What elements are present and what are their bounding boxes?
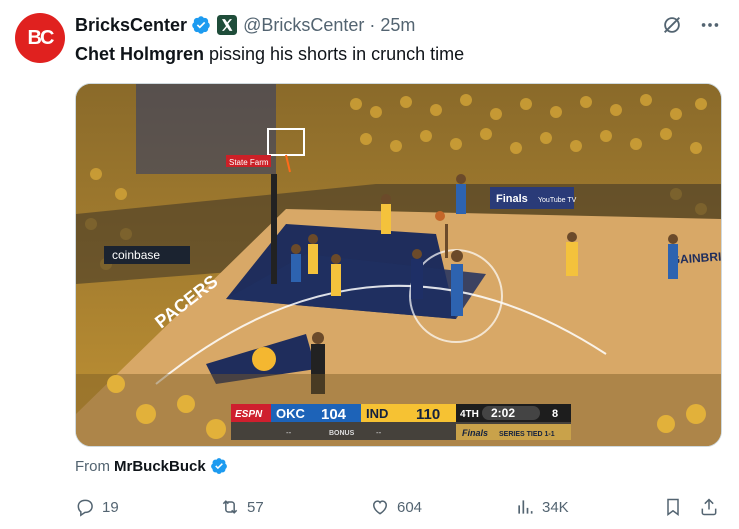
basketball-game-frame: PACERS GAINBRIDGE FIELDHOUSE coinbase St… — [76, 84, 721, 446]
game-clock: 2:02 — [491, 406, 515, 420]
share-button[interactable] — [699, 495, 719, 519]
avatar-logo-text: BC — [27, 26, 55, 49]
bonus-label: BONUS — [329, 430, 355, 437]
avatar[interactable]: BC — [15, 13, 65, 63]
tweet-top-actions — [661, 14, 721, 36]
coinbase-text: coinbase — [112, 248, 160, 262]
finals-label: Finals — [462, 428, 488, 438]
repost-count: 57 — [247, 498, 264, 516]
shot-clock: 8 — [552, 408, 558, 420]
tweet-actions: 19 57 604 34K — [75, 495, 725, 519]
tweet-text: Chet Holmgren pissing his shorts in crun… — [75, 44, 464, 65]
heart-icon — [372, 500, 388, 515]
statefarm-text: State Farm — [229, 158, 269, 167]
share-icon — [701, 498, 717, 516]
basketball — [435, 211, 445, 221]
youtube-text: YouTube TV — [538, 197, 577, 204]
more-options-icon[interactable] — [699, 14, 721, 36]
tweet-video[interactable]: PACERS GAINBRIDGE FIELDHOUSE coinbase St… — [75, 83, 722, 447]
series-status: SERIES TIED 1-1 — [499, 431, 555, 438]
reply-count: 19 — [102, 498, 119, 516]
team2-score: 110 — [416, 406, 440, 423]
repost-button[interactable]: 57 — [220, 495, 264, 519]
bookmark-icon — [667, 498, 679, 516]
views-button[interactable]: 34K — [515, 495, 569, 519]
attribution-prefix: From — [75, 457, 110, 475]
like-count: 604 — [397, 498, 423, 516]
reply-button[interactable]: 19 — [75, 495, 119, 519]
timestamp[interactable]: 25m — [380, 15, 415, 36]
reply-icon — [77, 499, 93, 517]
finals-board-text: Finals — [496, 193, 528, 205]
bookmark-button[interactable] — [663, 495, 683, 519]
grok-icon[interactable] — [661, 14, 683, 36]
tweet-header: BricksCenter @BricksCenter · 25m — [75, 13, 415, 37]
tweet-text-body: pissing his shorts in crunch time — [204, 44, 465, 64]
team1-dash: -- — [286, 428, 292, 437]
separator-dot: · — [369, 14, 376, 35]
team1-name: OKC — [276, 406, 306, 421]
attribution-source[interactable]: MrBuckBuck — [114, 458, 206, 475]
network-logo: ESPN — [235, 409, 263, 420]
quarter: 4TH — [460, 409, 479, 420]
views-icon — [518, 500, 533, 514]
view-count: 34K — [542, 498, 569, 516]
display-name[interactable]: BricksCenter — [75, 15, 187, 36]
like-button[interactable]: 604 — [370, 495, 422, 519]
team2-name: IND — [366, 406, 388, 421]
handle[interactable]: @BricksCenter — [243, 15, 364, 36]
source-verified-badge-icon — [210, 457, 228, 475]
tweet-text-mention: Chet Holmgren — [75, 44, 205, 64]
x-premium-icon — [217, 15, 238, 35]
team1-score: 104 — [321, 406, 347, 423]
scoreboard: ESPN OKC 104 IND 110 4TH 2:02 8 -- BONUS… — [231, 404, 571, 440]
video-attribution: From MrBuckBuck — [75, 457, 228, 475]
verified-badge-icon — [191, 15, 211, 35]
repost-icon — [222, 500, 238, 514]
team2-dash: -- — [376, 428, 382, 437]
